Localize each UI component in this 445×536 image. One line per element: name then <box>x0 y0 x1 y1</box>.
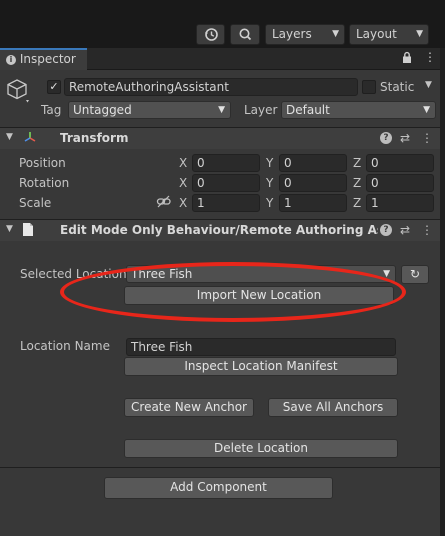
divider <box>0 467 440 468</box>
layer-label: Layer <box>244 103 278 117</box>
refresh-icon: ↻ <box>409 267 421 281</box>
foldout-arrow-icon[interactable]: ▼ <box>6 224 13 234</box>
chevron-down-icon: ▼ <box>218 105 225 115</box>
axis-y-label: Y <box>266 176 274 190</box>
layout-label: Layout <box>356 27 397 41</box>
object-name-field[interactable]: RemoteAuthoringAssistant <box>64 78 358 96</box>
static-label: Static <box>380 80 415 94</box>
info-icon: i <box>6 55 16 65</box>
layout-dropdown[interactable]: Layout ▼ <box>349 24 429 45</box>
axis-z-label: Z <box>353 196 362 210</box>
object-name-text: RemoteAuthoringAssistant <box>69 80 229 94</box>
location-name-label: Location Name <box>20 339 110 353</box>
axis-x-label: X <box>179 176 188 190</box>
add-component-button[interactable]: Add Component <box>104 477 333 499</box>
inspect-manifest-button[interactable]: Inspect Location Manifest <box>124 357 398 376</box>
position-label: Position <box>19 156 66 170</box>
transform-title: Transform <box>60 131 129 145</box>
tag-label: Tag <box>41 103 62 117</box>
more-options-icon[interactable]: ⋮ <box>420 131 434 145</box>
preset-icon[interactable]: ⇄ <box>398 223 412 237</box>
scale-y-field[interactable]: 1 <box>279 194 347 212</box>
layer-value: Default <box>286 103 330 117</box>
layers-dropdown[interactable]: Layers ▼ <box>265 24 345 45</box>
delete-location-button[interactable]: Delete Location <box>124 439 398 458</box>
axis-x-label: X <box>179 196 188 210</box>
help-icon[interactable]: ? <box>380 224 392 236</box>
active-checkbox[interactable]: ✓ <box>47 80 61 94</box>
scale-z-field[interactable]: 1 <box>366 194 434 212</box>
behaviour-header[interactable]: ▼ Edit Mode Only Behaviour/Remote Author… <box>0 219 440 241</box>
more-options-icon[interactable]: ⋮ <box>424 50 436 64</box>
behaviour-title: Edit Mode Only Behaviour/Remote Authorin… <box>60 223 378 237</box>
axis-y-label: Y <box>266 196 274 210</box>
rotation-y-field[interactable]: 0 <box>279 174 347 192</box>
axis-x-label: X <box>179 156 188 170</box>
position-y-field[interactable]: 0 <box>279 154 347 172</box>
axis-z-label: Z <box>353 156 362 170</box>
script-file-icon <box>22 222 34 240</box>
tab-inspector[interactable]: i Inspector <box>0 48 87 70</box>
tab-label: Inspector <box>19 52 76 66</box>
scale-label: Scale <box>19 196 52 210</box>
gameobject-icon <box>6 78 32 107</box>
layers-label: Layers <box>272 27 312 41</box>
rotation-label: Rotation <box>19 176 70 190</box>
search-button[interactable] <box>230 24 260 45</box>
axis-z-label: Z <box>353 176 362 190</box>
help-icon[interactable]: ? <box>380 132 392 144</box>
position-z-field[interactable]: 0 <box>366 154 434 172</box>
preset-icon[interactable]: ⇄ <box>398 131 412 145</box>
link-icon[interactable] <box>156 195 172 212</box>
refresh-button[interactable]: ↻ <box>401 265 429 284</box>
lock-icon[interactable] <box>402 51 412 67</box>
search-icon <box>239 28 252 41</box>
static-checkbox[interactable] <box>362 80 376 94</box>
chevron-down-icon: ▼ <box>416 29 423 39</box>
create-anchor-button[interactable]: Create New Anchor <box>124 398 254 417</box>
tag-value: Untagged <box>73 103 132 117</box>
top-toolbar: Layers ▼ Layout ▼ <box>0 0 445 48</box>
transform-icon <box>22 130 38 149</box>
adjacent-panel <box>440 48 445 536</box>
tag-dropdown[interactable]: Untagged ▼ <box>68 101 231 119</box>
history-button[interactable] <box>196 24 225 45</box>
tab-bar: i Inspector ⋮ <box>0 48 440 70</box>
chevron-down-icon: ▼ <box>332 29 339 39</box>
axis-y-label: Y <box>266 156 274 170</box>
history-icon <box>205 28 218 41</box>
transform-header[interactable]: ▼ Transform ? ⇄ ⋮ <box>0 127 440 149</box>
save-anchors-button[interactable]: Save All Anchors <box>268 398 398 417</box>
chevron-down-icon: ▼ <box>423 105 430 115</box>
foldout-arrow-icon[interactable]: ▼ <box>6 132 13 142</box>
chevron-down-icon[interactable]: ▼ <box>425 80 432 90</box>
rotation-z-field[interactable]: 0 <box>366 174 434 192</box>
layer-dropdown[interactable]: Default ▼ <box>281 101 436 119</box>
more-options-icon[interactable]: ⋮ <box>420 223 434 237</box>
scale-x-field[interactable]: 1 <box>192 194 260 212</box>
rotation-x-field[interactable]: 0 <box>192 174 260 192</box>
highlight-annotation <box>60 262 406 322</box>
location-name-field[interactable]: Three Fish <box>126 338 396 356</box>
position-x-field[interactable]: 0 <box>192 154 260 172</box>
